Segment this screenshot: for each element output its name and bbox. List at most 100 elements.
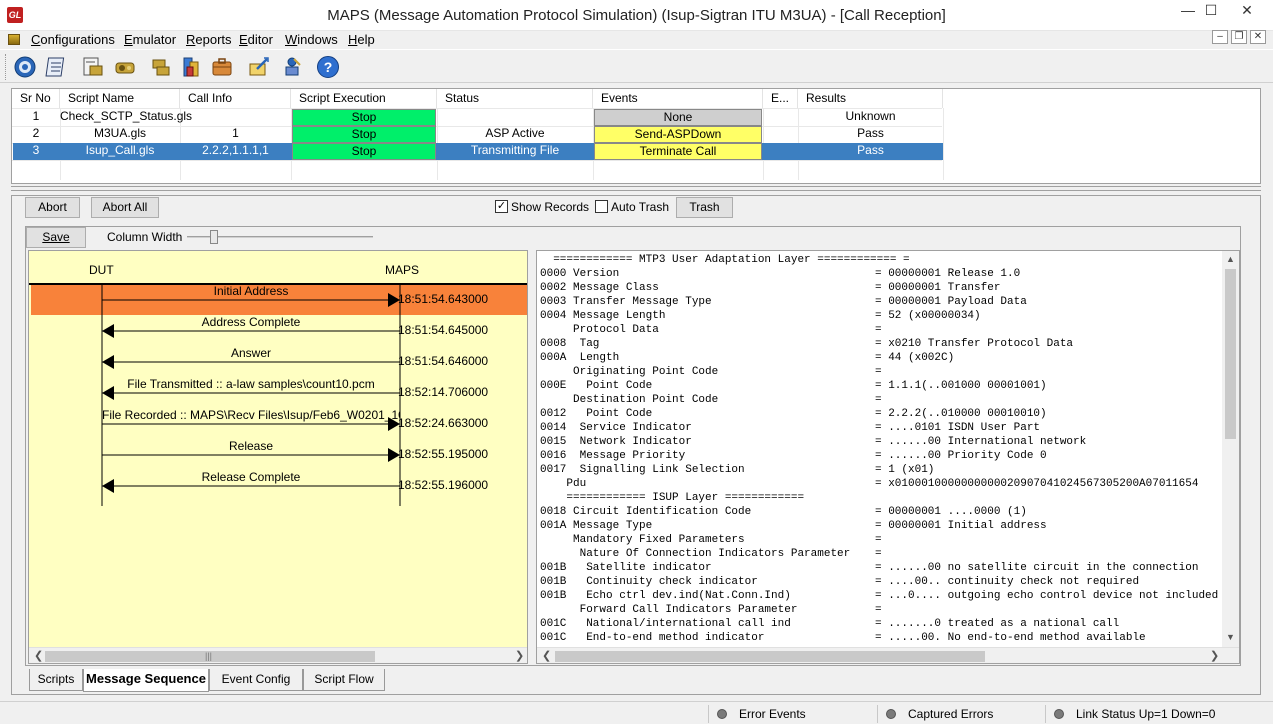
col-header-status[interactable]: Status [437,89,593,108]
help-icon[interactable]: ? [315,54,341,80]
col-header-call-info[interactable]: Call Info [180,89,291,108]
decode-value[interactable]: = ......00 no satellite circuit in the c… [875,561,1198,575]
cell-script-name[interactable]: M3UA.gls [60,126,180,143]
cell-status[interactable] [437,109,593,126]
decode-field[interactable]: 0017 Signalling Link Selection [540,463,745,477]
col-header-results[interactable]: Results [798,89,943,108]
scroll-down-icon[interactable]: ▼ [1226,629,1235,646]
decode-field[interactable]: 0002 Message Class [540,281,659,295]
gear-icon[interactable] [12,54,38,80]
col-header-events[interactable]: Events [593,89,763,108]
stop-script-button[interactable]: Stop [292,109,436,126]
tab-event-config[interactable]: Event Config [209,669,303,691]
decode-field[interactable]: 0008 Tag [540,337,599,351]
message-label[interactable]: Release [102,439,400,453]
error-events-status[interactable]: Error Events [708,705,874,723]
cell-status[interactable]: Transmitting File [437,143,593,160]
decode-scroll-thumb[interactable] [1225,269,1236,439]
tab-message-sequence[interactable]: Message Sequence [83,669,209,692]
decode-field[interactable]: Protocol Data [540,323,659,337]
decode-value[interactable]: = 2.2.2(..010000 00010010) [875,407,1047,421]
decode-value[interactable]: = .......0 treated as a national call [875,617,1119,631]
cell-sr-no[interactable]: 3 [12,143,60,160]
trash-button[interactable]: Trash [676,197,733,218]
stop-script-button[interactable]: Stop [292,143,436,160]
cell-call-info[interactable]: 2.2.2,1.1.1,1 [180,143,291,160]
decode-field[interactable]: 001B Satellite indicator [540,561,712,575]
call-generate-icon[interactable] [148,54,174,80]
decode-hscroll-thumb[interactable] [555,651,985,662]
message-label[interactable]: Release Complete [102,470,400,484]
decode-value[interactable]: = 00000001 ....0000 (1) [875,505,1027,519]
decode-field[interactable]: 000A Length [540,351,619,365]
decode-value[interactable]: = ......00 International network [875,435,1086,449]
show-records-checkbox[interactable]: ✓ [495,200,508,213]
decode-field[interactable]: 001C National/international call ind [540,617,791,631]
sequence-hscrollbar[interactable]: ❮ ||| ❯ [29,647,527,663]
captured-errors-status[interactable]: Captured Errors [877,705,1043,723]
decode-field[interactable]: 001C End-to-end method indicator [540,631,764,645]
cell-script-name[interactable]: Isup_Call.gls [60,143,180,160]
tab-script-flow[interactable]: Script Flow [303,669,385,691]
cell-call-info[interactable] [180,109,291,126]
decode-field[interactable]: ============ MTP3 User Adaptation Layer … [540,253,909,267]
tools-icon[interactable] [279,54,305,80]
child-close-button[interactable]: ✕ [1250,30,1266,44]
child-window-icon[interactable] [8,34,20,45]
decode-field[interactable]: Originating Point Code [540,365,718,379]
decode-value[interactable]: = 00000001 Release 1.0 [875,267,1020,281]
decode-value[interactable]: = ......00 Priority Code 0 [875,449,1047,463]
scroll-left-icon[interactable]: ❮ [542,648,551,663]
close-button[interactable]: ✕ [1232,0,1262,22]
decode-field[interactable]: 001B Echo ctrl dev.ind(Nat.Conn.Ind) [540,589,791,603]
decode-value[interactable]: = [875,547,882,561]
decode-field[interactable]: Pdu [540,477,586,491]
decode-field[interactable]: 0015 Network Indicator [540,435,692,449]
decode-value[interactable]: = [875,323,882,337]
decode-value[interactable]: = 52 (x00000034) [875,309,981,323]
scroll-left-icon[interactable]: ❮ [34,648,43,663]
decode-field[interactable]: Nature Of Connection Indicators Paramete… [540,547,851,561]
save-button[interactable]: Save [26,227,86,248]
decode-field[interactable]: Destination Point Code [540,393,718,407]
decode-field[interactable]: Forward Call Indicators Parameter [540,603,798,617]
tab-scripts[interactable]: Scripts [29,669,83,691]
decode-value[interactable]: = 1 (x01) [875,463,934,477]
decode-hscrollbar[interactable]: ❮ ❯ [537,647,1239,663]
column-width-slider[interactable] [210,230,218,244]
scroll-up-icon[interactable]: ▲ [1226,251,1235,268]
decode-field[interactable]: 001A Message Type [540,519,652,533]
cell-script-name[interactable]: Check_SCTP_Status.gls [60,109,192,126]
panel-splitter[interactable] [11,186,1261,191]
decode-value[interactable]: = [875,603,882,617]
decode-field[interactable]: 0012 Point Code [540,407,652,421]
cell-result[interactable]: Unknown [798,109,943,126]
load-script-icon[interactable] [246,54,272,80]
menu-reports[interactable]: Reports [186,31,232,49]
decode-vscrollbar[interactable]: ▲ ▼ [1222,251,1239,647]
decode-field[interactable]: 000E Point Code [540,379,652,393]
decode-value[interactable]: = 1.1.1(..001000 00001001) [875,379,1047,393]
briefcase-icon[interactable] [209,54,235,80]
decode-field[interactable]: ============ ISUP Layer ============ [540,491,804,505]
abort-all-button[interactable]: Abort All [91,197,159,218]
decode-field[interactable]: 0016 Message Priority [540,449,685,463]
maximize-button[interactable]: ☐ [1196,0,1226,22]
event-button[interactable]: None [594,109,762,126]
col-header-script-name[interactable]: Script Name [60,89,180,108]
stop-script-button[interactable]: Stop [292,126,436,143]
decode-value[interactable]: = [875,533,882,547]
notepad-icon[interactable] [44,54,70,80]
menu-help[interactable]: Help [348,31,375,49]
cell-result[interactable]: Pass [798,143,943,160]
child-restore-button[interactable]: ❐ [1231,30,1247,44]
menu-emulator[interactable]: Emulator [124,31,176,49]
profile-icon[interactable] [112,54,138,80]
decode-value[interactable]: = ....00.. continuity check not required [875,575,1139,589]
scroll-right-icon[interactable]: ❯ [1210,648,1219,663]
decode-value[interactable]: = 00000001 Transfer [875,281,1000,295]
cell-result[interactable]: Pass [798,126,943,143]
cell-sr-no[interactable]: 1 [12,109,60,126]
decode-field[interactable]: 0018 Circuit Identification Code [540,505,751,519]
col-header-e[interactable]: E... [763,89,798,108]
